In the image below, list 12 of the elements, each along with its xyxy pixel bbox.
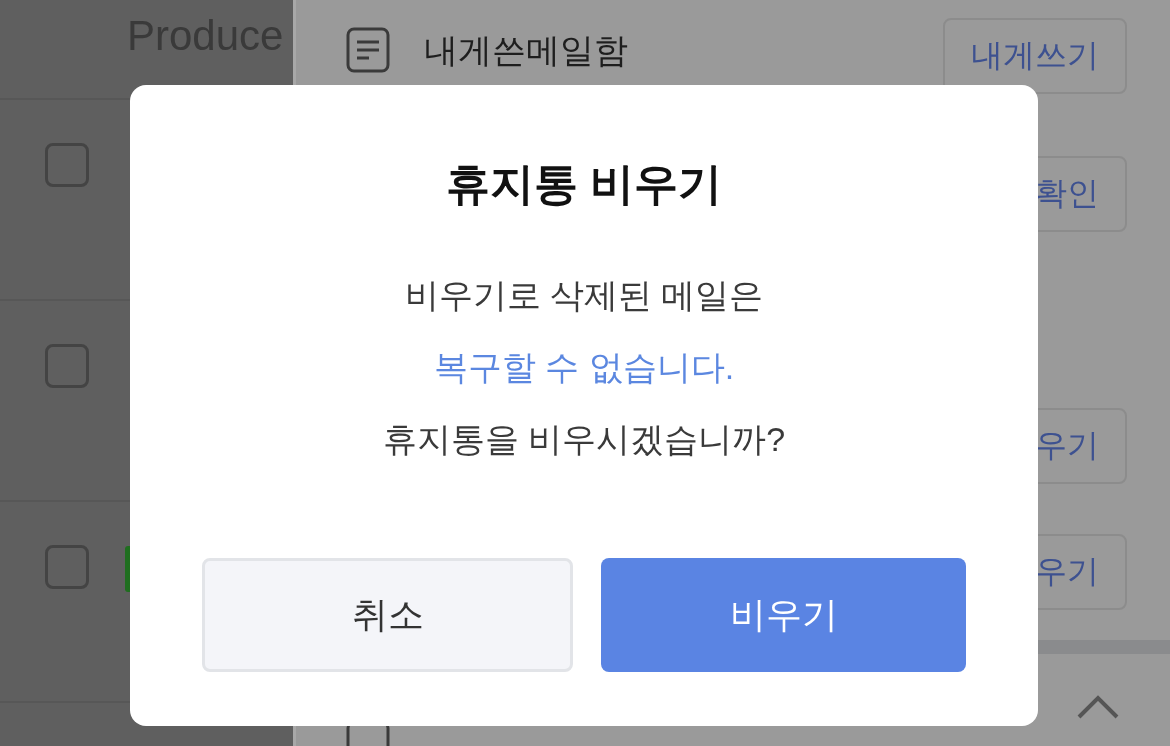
checkbox[interactable]	[45, 344, 89, 388]
dialog-message: 비우기로 삭제된 메일은	[404, 275, 764, 316]
confirm-button[interactable]: 비우기	[601, 558, 966, 672]
cancel-button[interactable]: 취소	[202, 558, 573, 672]
mailbox-title: 내게쓴메일함	[424, 30, 629, 71]
dialog-message: 휴지통을 비우시겠습니까?	[382, 419, 786, 460]
chevron-up-icon[interactable]	[1076, 694, 1120, 720]
dialog-title: 휴지통 비우기	[445, 158, 723, 210]
checkbox[interactable]	[45, 143, 89, 187]
checkbox[interactable]	[45, 545, 89, 589]
document-icon	[346, 27, 390, 73]
dialog-message: 복구할 수 없습니다.	[433, 347, 735, 388]
